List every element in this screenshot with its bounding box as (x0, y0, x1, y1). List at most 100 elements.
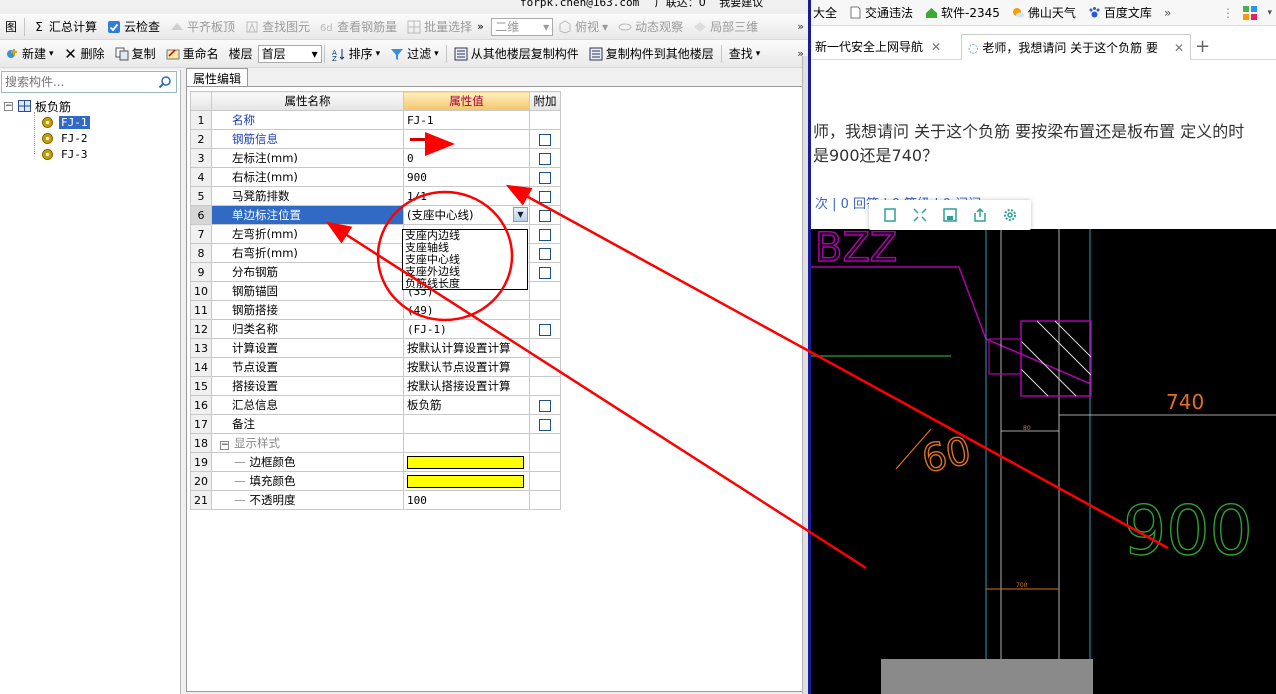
extra-checkbox[interactable] (539, 228, 551, 241)
delete-button[interactable]: ✕ 删除 (59, 43, 110, 65)
bookmark-item[interactable]: 交通违法 (849, 4, 913, 21)
suggest-link[interactable]: 我要建议 (719, 0, 763, 9)
collapse-icon[interactable]: − (4, 101, 13, 111)
save-icon[interactable] (942, 207, 958, 223)
extra-checkbox[interactable] (539, 266, 551, 279)
property-value-cell[interactable]: 900 (403, 167, 530, 187)
dropdown-option[interactable]: 支座中心线 (403, 254, 527, 266)
tab-navigation[interactable]: 新一代安全上网导航 ✕ (809, 34, 959, 60)
property-value-cell[interactable]: FJ-1 (403, 110, 530, 130)
bookmarks-overflow-icon[interactable]: » (1164, 6, 1171, 20)
cloud-check-button[interactable]: 云检查 (102, 16, 165, 38)
dropdown-option[interactable]: 负筋线长度 (403, 278, 527, 290)
property-row[interactable]: 14 节点设置 按默认节点设置计算 (190, 357, 561, 377)
property-row[interactable]: 5 马凳筋排数 1/1 (190, 186, 561, 206)
copy-button[interactable]: 复制 (110, 43, 161, 65)
bookmark-item[interactable]: 大全 (813, 4, 837, 21)
floor-select[interactable]: 首层 ▾ (257, 44, 322, 63)
property-value-cell[interactable]: 0 (403, 148, 530, 168)
copy-from-floor-button[interactable]: 从其他楼层复制构件 (449, 43, 584, 65)
property-value-cell[interactable] (403, 433, 530, 453)
toolbar-overflow-chevron-icon[interactable]: » (477, 16, 491, 38)
property-row[interactable]: 16 汇总信息 板负筋 (190, 395, 561, 415)
sum-calc-button[interactable]: Σ 汇总计算 (27, 16, 102, 38)
property-row[interactable]: 2 钢筋信息 (190, 129, 561, 149)
extra-checkbox[interactable] (539, 323, 551, 336)
color-swatch[interactable] (407, 474, 524, 488)
extra-checkbox[interactable] (539, 133, 551, 146)
close-icon[interactable]: ✕ (931, 40, 941, 54)
sort-button[interactable]: AZ 排序 ▾ (327, 43, 386, 65)
extra-checkbox[interactable] (539, 399, 551, 412)
bookmark-item[interactable]: 百度文库 (1088, 4, 1152, 21)
bookmark-item[interactable]: 佛山天气 (1012, 4, 1076, 21)
column-header-name[interactable]: 属性名称 (211, 91, 404, 111)
extra-checkbox[interactable] (539, 209, 551, 222)
property-row[interactable]: 17 备注 (190, 414, 561, 434)
tree-item-fj-2[interactable]: FJ-2 (4, 130, 90, 146)
dropdown-option[interactable]: 支座轴线 (403, 242, 527, 254)
share-icon[interactable] (972, 207, 988, 223)
local-3d-button[interactable]: 局部三维 (688, 16, 763, 38)
cad-drawing-image[interactable]: BZZ 740 80 60 900 700 (811, 229, 1276, 694)
property-value-cell[interactable]: (支座中心线) ▼ (403, 205, 530, 225)
property-row[interactable]: 6 单边标注位置 (支座中心线) ▼ (190, 205, 561, 225)
property-value-cell[interactable] (403, 414, 530, 434)
property-value-cell[interactable]: 1/1 (403, 186, 530, 206)
tree-root[interactable]: − 板负筋 (4, 98, 90, 114)
property-value-cell[interactable]: 板负筋 (403, 395, 530, 415)
tree-item-fj-3[interactable]: FJ-3 (4, 146, 90, 162)
property-value-cell[interactable]: 按默认搭接设置计算 (403, 376, 530, 396)
property-row[interactable]: 3 左标注(mm) 0 (190, 148, 561, 168)
view-rebar-button[interactable]: 6d 查看钢筋量 (315, 16, 402, 38)
extra-checkbox[interactable] (539, 171, 551, 184)
find-button[interactable]: 查找 ▾ (724, 43, 766, 65)
apps-grid-icon[interactable] (1242, 5, 1258, 21)
chevron-down-icon[interactable]: ▾ (1267, 8, 1272, 18)
property-value-cell[interactable]: (49) (403, 300, 530, 320)
filter-button[interactable]: 过滤 ▾ (385, 43, 444, 65)
dropdown-option[interactable]: 支座内边线 (403, 230, 527, 242)
toolbar-partial-item[interactable]: 图 (0, 16, 22, 38)
chevron-down-icon[interactable]: ▼ (513, 207, 528, 222)
property-value-cell[interactable] (403, 471, 530, 491)
tab-question[interactable]: ◌ 老师，我想请问 关于这个负筋 要 ✕ (961, 34, 1191, 60)
dynamic-orbit-button[interactable]: 动态观察 (613, 16, 688, 38)
close-icon[interactable]: ✕ (1174, 35, 1184, 60)
align-slab-top-button[interactable]: 平齐板顶 (165, 16, 240, 38)
view-mode-select[interactable]: 二维 ▾ (491, 17, 554, 36)
bookmark-item[interactable]: 软件-2345 (925, 4, 1000, 21)
copy-to-floor-button[interactable]: 复制构件到其他楼层 (584, 43, 719, 65)
property-row[interactable]: 21— 不透明度 100 (190, 490, 561, 510)
column-header-extra[interactable]: 附加 (529, 91, 561, 111)
property-row[interactable]: 20— 填充颜色 (190, 471, 561, 491)
extra-checkbox[interactable] (539, 418, 551, 431)
copy-icon[interactable] (882, 207, 898, 223)
property-row[interactable]: 13 计算设置 按默认计算设置计算 (190, 338, 561, 358)
property-value-cell[interactable]: (FJ-1) (403, 319, 530, 339)
find-element-button[interactable]: 查找图元 (240, 16, 315, 38)
account-email[interactable]: forpk.chen@163.com (520, 0, 639, 9)
batch-select-button[interactable]: 批量选择 (402, 16, 477, 38)
collapse-icon[interactable]: − (220, 441, 229, 450)
search-icon[interactable] (158, 75, 172, 89)
property-row[interactable]: 18− 显示样式 (190, 433, 561, 453)
dropdown-option[interactable]: 支座外边线 (403, 266, 527, 278)
more-vertical-icon[interactable]: ⋮ (1222, 6, 1234, 20)
property-row[interactable]: 4 右标注(mm) 900 (190, 167, 561, 187)
new-button[interactable]: 新建 ▾ (0, 43, 59, 65)
tab-property-edit[interactable]: 属性编辑 (186, 68, 249, 87)
rename-button[interactable]: 重命名 (161, 43, 224, 65)
expand-icon[interactable] (912, 207, 928, 223)
property-row[interactable]: 12 归类名称 (FJ-1) (190, 319, 561, 339)
column-header-value[interactable]: 属性值 (403, 91, 530, 111)
property-value-cell[interactable]: 100 (403, 490, 530, 510)
property-value-cell[interactable]: 按默认计算设置计算 (403, 338, 530, 358)
toolbar-overflow-icon[interactable]: » (797, 20, 804, 33)
property-row[interactable]: 15 搭接设置 按默认搭接设置计算 (190, 376, 561, 396)
property-value-cell[interactable]: 按默认节点设置计算 (403, 357, 530, 377)
extra-checkbox[interactable] (539, 190, 551, 203)
property-row[interactable]: 19— 边框颜色 (190, 452, 561, 472)
extra-checkbox[interactable] (539, 247, 551, 260)
top-view-button[interactable]: 俯视 ▾ (553, 16, 613, 38)
